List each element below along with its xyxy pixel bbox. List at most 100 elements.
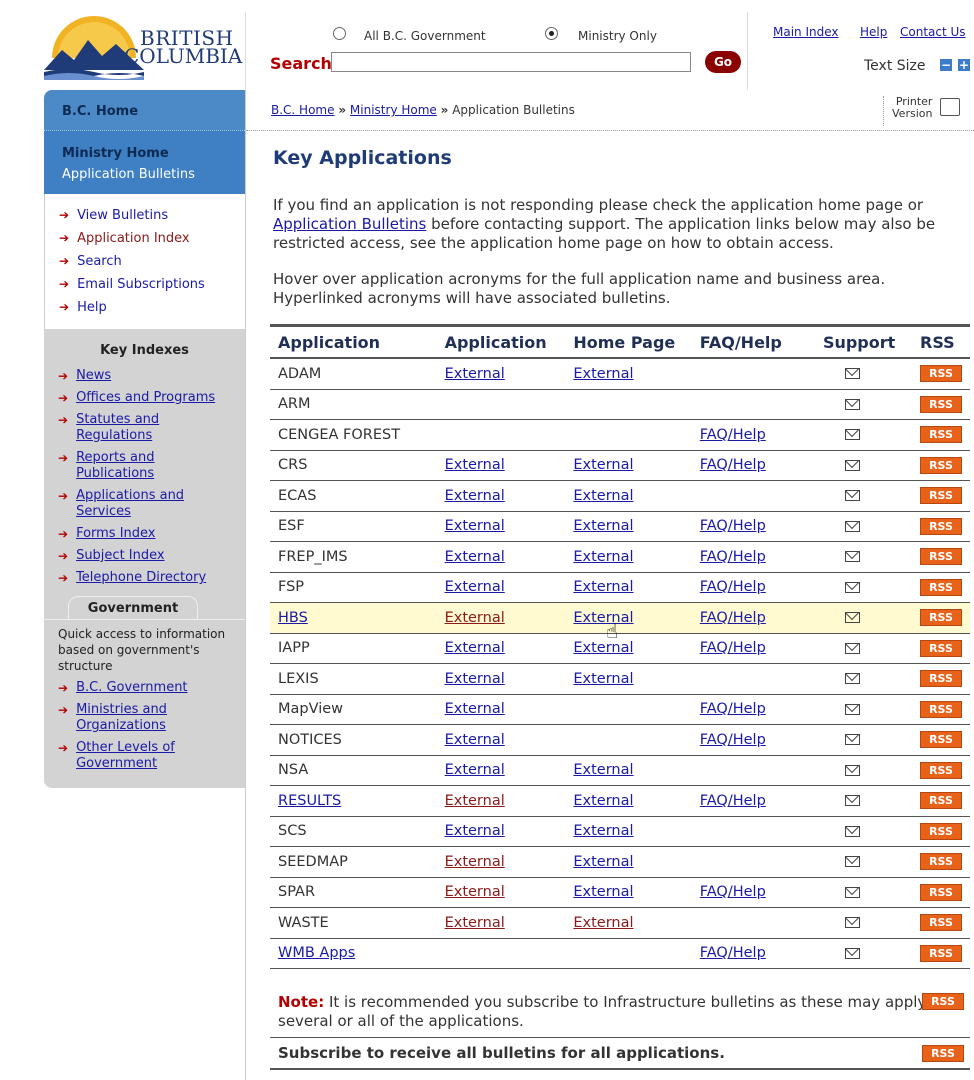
external-application-link[interactable]: External	[445, 823, 505, 839]
faq-help-link[interactable]: FAQ/Help	[700, 518, 766, 534]
external-application-link[interactable]: External	[445, 640, 505, 656]
external-home-page-link[interactable]: External	[573, 610, 633, 626]
sidebar-ministry-home[interactable]: Ministry Home	[62, 143, 245, 164]
external-home-page-link[interactable]: External	[573, 762, 633, 778]
external-application-link[interactable]: External	[445, 915, 505, 931]
key-index-link[interactable]: Offices and Programs	[76, 390, 215, 406]
rss-button[interactable]: RSS	[922, 1045, 964, 1062]
external-home-page-link[interactable]: External	[573, 366, 633, 382]
rss-button[interactable]: RSS	[920, 365, 962, 383]
envelope-icon[interactable]	[844, 642, 860, 654]
faq-help-link[interactable]: FAQ/Help	[700, 884, 766, 900]
external-application-link[interactable]: External	[445, 884, 505, 900]
external-application-link[interactable]: External	[445, 610, 505, 626]
external-home-page-link[interactable]: External	[573, 518, 633, 534]
government-item[interactable]: ➔ B.C. Government	[58, 680, 245, 696]
rss-button[interactable]: RSS	[920, 914, 962, 932]
key-index-link[interactable]: Telephone Directory	[76, 570, 206, 586]
external-home-page-link[interactable]: External	[573, 488, 633, 504]
rss-button[interactable]: RSS	[920, 731, 962, 749]
key-index-link[interactable]: Subject Index	[76, 548, 165, 564]
faq-help-link[interactable]: FAQ/Help	[700, 701, 766, 717]
external-application-link[interactable]: External	[445, 762, 505, 778]
government-item[interactable]: ➔ Other Levels of Government	[58, 740, 245, 772]
envelope-icon[interactable]	[844, 459, 860, 471]
envelope-icon[interactable]	[844, 734, 860, 746]
rss-button[interactable]: RSS	[920, 944, 962, 962]
key-index-item[interactable]: ➔ Telephone Directory	[58, 570, 245, 586]
government-link[interactable]: Other Levels of Government	[76, 740, 196, 772]
external-home-page-link[interactable]: External	[573, 457, 633, 473]
text-size-increase-button[interactable]: +	[958, 59, 970, 71]
bc-logo[interactable]: BRITISH COLUMBIA	[44, 10, 244, 80]
key-index-link[interactable]: Statutes and Regulations	[76, 412, 186, 444]
external-home-page-link[interactable]: External	[573, 671, 633, 687]
external-application-link[interactable]: External	[445, 518, 505, 534]
faq-help-link[interactable]: FAQ/Help	[700, 610, 766, 626]
key-index-item[interactable]: ➔ Reports and Publications	[58, 450, 245, 482]
external-home-page-link[interactable]: External	[573, 640, 633, 656]
external-application-link[interactable]: External	[445, 366, 505, 382]
envelope-icon[interactable]	[844, 947, 860, 959]
external-application-link[interactable]: External	[445, 701, 505, 717]
envelope-icon[interactable]	[844, 490, 860, 502]
envelope-icon[interactable]	[844, 703, 860, 715]
text-size-decrease-button[interactable]: −	[940, 59, 952, 71]
application-name[interactable]: RESULTS	[278, 793, 341, 809]
rss-button[interactable]: RSS	[920, 548, 962, 566]
government-item[interactable]: ➔ Ministries and Organizations	[58, 702, 245, 734]
envelope-icon[interactable]	[844, 795, 860, 807]
envelope-icon[interactable]	[844, 581, 860, 593]
external-home-page-link[interactable]: External	[573, 549, 633, 565]
go-button[interactable]: Go	[705, 51, 741, 73]
key-index-item[interactable]: ➔ Offices and Programs	[58, 390, 245, 406]
application-name[interactable]: HBS	[278, 610, 308, 626]
radio-all-government[interactable]	[333, 27, 346, 40]
envelope-icon[interactable]	[844, 398, 860, 410]
rss-button[interactable]: RSS	[920, 761, 962, 779]
key-index-link[interactable]: Reports and Publications	[76, 450, 186, 482]
external-application-link[interactable]: External	[445, 488, 505, 504]
faq-help-link[interactable]: FAQ/Help	[700, 793, 766, 809]
government-link[interactable]: Ministries and Organizations	[76, 702, 186, 734]
rss-button[interactable]: RSS	[920, 578, 962, 596]
sidebar-item-application-index[interactable]: ➔ Application Index	[59, 227, 245, 250]
key-index-link[interactable]: Applications and Services	[76, 488, 206, 520]
envelope-icon[interactable]	[844, 825, 860, 837]
rss-button[interactable]: RSS	[920, 517, 962, 535]
rss-button[interactable]: RSS	[920, 426, 962, 444]
envelope-icon[interactable]	[844, 429, 860, 441]
envelope-icon[interactable]	[844, 856, 860, 868]
sidebar-item-view-bulletins[interactable]: ➔ View Bulletins	[59, 204, 245, 227]
application-name[interactable]: WMB Apps	[278, 945, 355, 961]
rss-button[interactable]: RSS	[920, 853, 962, 871]
rss-button[interactable]: RSS	[920, 670, 962, 688]
breadcrumb-bc-home[interactable]: B.C. Home	[271, 103, 335, 117]
breadcrumb-ministry-home[interactable]: Ministry Home	[350, 103, 437, 117]
external-application-link[interactable]: External	[445, 457, 505, 473]
government-link[interactable]: B.C. Government	[76, 680, 187, 696]
faq-help-link[interactable]: FAQ/Help	[700, 457, 766, 473]
key-index-item[interactable]: ➔ News	[58, 368, 245, 384]
external-home-page-link[interactable]: External	[573, 579, 633, 595]
rss-button[interactable]: RSS	[920, 639, 962, 657]
sidebar-application-bulletins[interactable]: Application Bulletins	[62, 164, 245, 185]
key-index-item[interactable]: ➔ Subject Index	[58, 548, 245, 564]
external-application-link[interactable]: External	[445, 854, 505, 870]
radio-ministry-only[interactable]	[545, 27, 558, 40]
envelope-icon[interactable]	[844, 764, 860, 776]
sidebar-item-search[interactable]: ➔ Search	[59, 250, 245, 273]
sidebar-item-help[interactable]: ➔ Help	[59, 296, 245, 319]
government-tab[interactable]: Government	[68, 596, 198, 619]
envelope-icon[interactable]	[844, 673, 860, 685]
envelope-icon[interactable]	[844, 368, 860, 380]
external-home-page-link[interactable]: External	[573, 915, 633, 931]
key-index-item[interactable]: ➔ Statutes and Regulations	[58, 412, 245, 444]
key-index-link[interactable]: News	[76, 368, 111, 384]
external-application-link[interactable]: External	[445, 579, 505, 595]
sidebar-item-email-subscriptions[interactable]: ➔ Email Subscriptions	[59, 273, 245, 296]
external-home-page-link[interactable]: External	[573, 823, 633, 839]
rss-button[interactable]: RSS	[920, 487, 962, 505]
rss-button[interactable]: RSS	[922, 993, 964, 1010]
external-home-page-link[interactable]: External	[573, 884, 633, 900]
